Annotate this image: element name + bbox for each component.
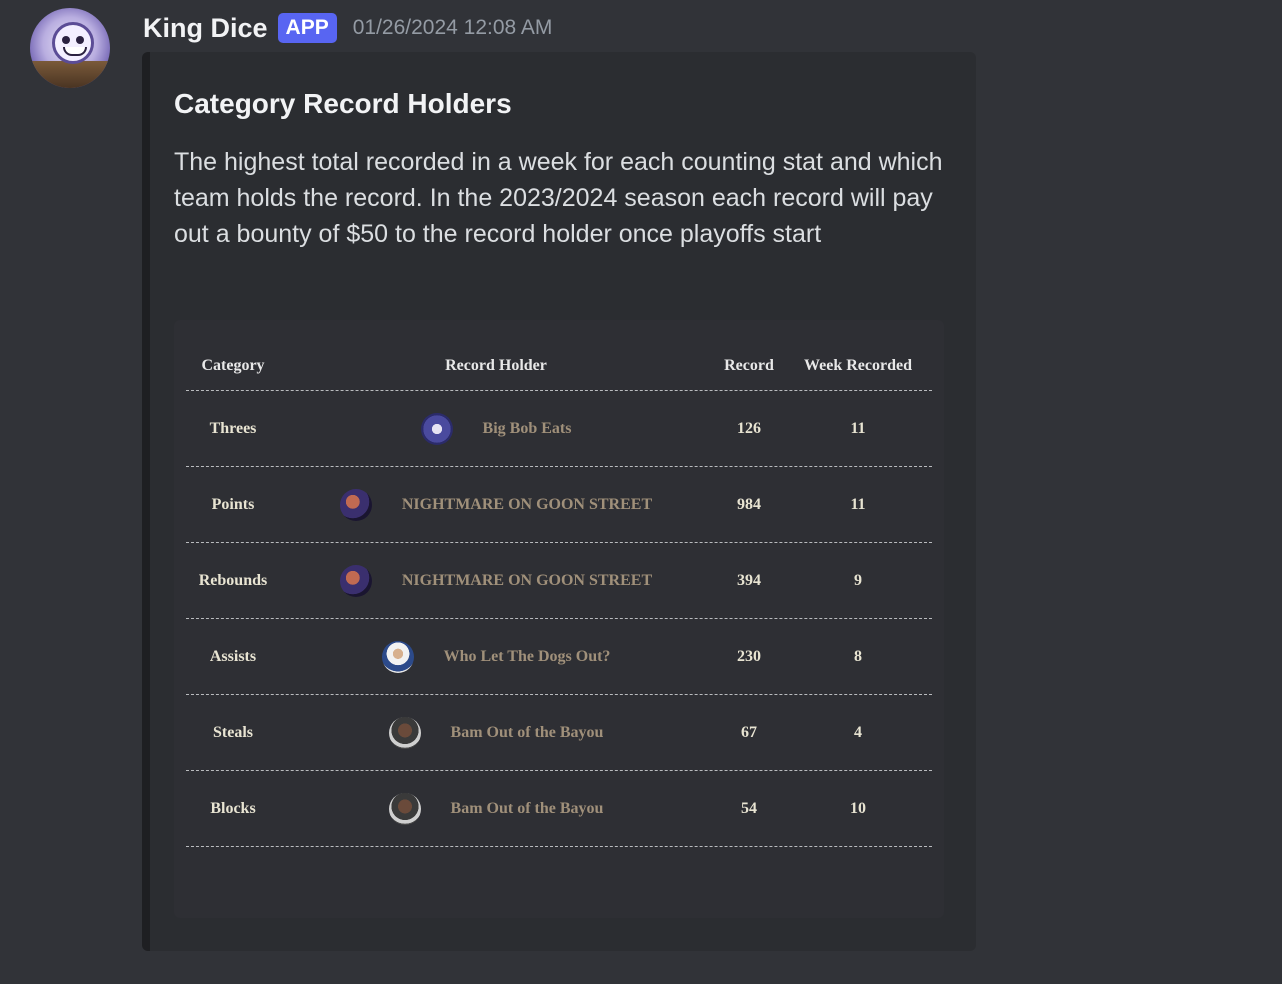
holder-group: NIGHTMARE ON GOON STREET [339, 564, 653, 597]
holder-group: Bam Out of the Bayou [388, 792, 604, 825]
row-category: Threes [209, 419, 257, 437]
app-badge: APP [277, 13, 337, 43]
holder-group: NIGHTMARE ON GOON STREET [339, 488, 653, 521]
row-week: 8 [854, 647, 862, 665]
table-row: Rebounds NIGHTMARE ON GOON STREET 394 9 [186, 543, 932, 619]
author-name[interactable]: King Dice [143, 13, 268, 44]
table-row: Assists Who Let The Dogs Out? 230 8 [186, 619, 932, 695]
row-record: 230 [737, 647, 761, 665]
embed: Category Record Holders The highest tota… [142, 52, 976, 951]
row-week: 4 [854, 723, 862, 741]
message-timestamp[interactable]: 01/26/2024 12:08 AM [353, 16, 553, 40]
row-week: 9 [854, 571, 862, 589]
embed-title: Category Record Holders [174, 88, 512, 119]
team-name: Big Bob Eats [482, 419, 572, 437]
header-category: Category [201, 357, 265, 374]
holder-group: Bam Out of the Bayou [388, 716, 604, 749]
avatar-grin [63, 47, 87, 56]
team-avatar-icon [381, 640, 414, 673]
row-holder: Bam Out of the Bayou [286, 771, 706, 846]
table-row: Threes Big Bob Eats 126 11 [186, 391, 932, 467]
table-row: Points NIGHTMARE ON GOON STREET 984 11 [186, 467, 932, 543]
row-holder: Bam Out of the Bayou [286, 695, 706, 770]
team-name: Who Let The Dogs Out? [443, 647, 611, 665]
team-name: Bam Out of the Bayou [450, 799, 604, 817]
team-avatar-icon [388, 716, 421, 749]
team-name: Bam Out of the Bayou [450, 723, 604, 741]
table-header: Category Record Holder Record Week Recor… [186, 342, 932, 391]
author-avatar[interactable] [30, 8, 110, 88]
row-category: Rebounds [198, 571, 268, 589]
team-avatar-icon [388, 792, 421, 825]
holder-group: Who Let The Dogs Out? [381, 640, 611, 673]
row-record: 394 [737, 571, 761, 589]
message-header: King Dice APP 01/26/2024 12:08 AM [143, 8, 552, 48]
team-name: NIGHTMARE ON GOON STREET [401, 495, 653, 513]
row-holder: Who Let The Dogs Out? [286, 619, 706, 694]
row-week: 10 [850, 799, 866, 817]
team-avatar-icon [339, 564, 372, 597]
avatar-eye [76, 36, 84, 44]
row-category: Steals [213, 723, 253, 741]
team-name: NIGHTMARE ON GOON STREET [401, 571, 653, 589]
embed-description: The highest total recorded in a week for… [174, 148, 943, 248]
row-record: 126 [737, 419, 761, 437]
header-record-holder: Record Holder [445, 357, 547, 374]
row-holder: NIGHTMARE ON GOON STREET [286, 467, 706, 542]
row-week: 11 [850, 495, 866, 513]
king-dice-face-icon [52, 22, 94, 64]
row-category: Points [211, 495, 255, 513]
row-week: 11 [850, 419, 866, 437]
header-week-recorded: Week Recorded [804, 357, 912, 374]
row-category: Blocks [210, 799, 256, 817]
row-holder: NIGHTMARE ON GOON STREET [286, 543, 706, 618]
row-holder: Big Bob Eats [286, 391, 706, 466]
record-table-image[interactable]: Category Record Holder Record Week Recor… [174, 320, 944, 918]
table-row: Steals Bam Out of the Bayou 67 4 [186, 695, 932, 771]
header-record: Record [724, 357, 774, 374]
holder-group: Big Bob Eats [420, 412, 572, 445]
row-record: 984 [737, 495, 761, 513]
chat-message: King Dice APP 01/26/2024 12:08 AM Catego… [0, 0, 1282, 984]
avatar-background [30, 60, 110, 88]
team-avatar-icon [339, 488, 372, 521]
avatar-eye [62, 36, 70, 44]
team-logo-icon [420, 412, 453, 445]
row-record: 54 [741, 799, 757, 817]
table-row: Blocks Bam Out of the Bayou 54 10 [186, 771, 932, 847]
row-record: 67 [741, 723, 757, 741]
row-category: Assists [209, 647, 257, 665]
